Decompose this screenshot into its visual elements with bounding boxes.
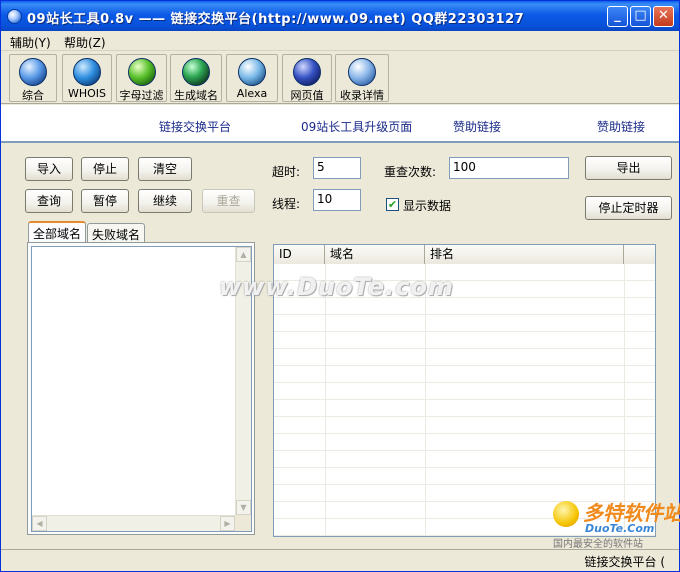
menu-bar: 辅助(Y) 帮助(Z) [1,31,679,51]
scroll-up-icon[interactable]: ▲ [236,247,251,262]
tool-label: 收录详情 [340,89,384,102]
globe-icon [19,58,47,86]
tab-failed-domains[interactable]: 失败域名 [87,223,146,243]
grid-column-divider [624,264,625,536]
logo-tagline: 国内最安全的软件站 [553,539,643,550]
banner-link-upgrade[interactable]: 09站长工具升级页面 [301,118,412,135]
grid-column-divider [425,264,426,536]
export-button[interactable]: 导出 [585,156,672,180]
menu-help[interactable]: 帮助(Z) [64,34,106,51]
globe-icon [73,58,101,86]
continue-button[interactable]: 继续 [138,189,192,213]
tool-label: 网页值 [290,89,324,102]
show-data-label: 显示数据 [403,199,452,213]
generate-icon [182,58,210,86]
alexa-icon [238,58,266,86]
threads-input[interactable]: 10 [313,189,361,211]
tool-page-value[interactable]: 网页值 [282,54,332,102]
banner-link-sponsor-2[interactable]: 赞助链接 [597,118,645,135]
app-window: 09站长工具0.8v —— 链接交换平台(http://www.09.net) … [0,0,680,572]
minimize-button[interactable]: _ [607,6,628,27]
tool-letter-filter[interactable]: 字母过滤 [116,54,167,102]
site-logo: 多特软件站 DuoTe.Com 国内最安全的软件站 [549,497,680,550]
timeout-label: 超时: [272,165,301,179]
column-header-filler [624,245,655,264]
tool-alexa[interactable]: Alexa [226,54,278,102]
show-data-checkbox[interactable]: ✔ [386,198,399,211]
recheck-button[interactable]: 重查 [202,189,255,213]
tool-label: Alexa [236,87,268,100]
column-header-domain[interactable]: 域名 [325,245,425,264]
domain-list-horizontal-scrollbar[interactable]: ◀ ▶ [32,515,235,531]
banner-link-exchange[interactable]: 链接交换平台 [159,118,231,135]
scroll-corner [235,515,251,531]
toolbar: 综合 WHOIS 字母过滤 生成域名 Alexa 网页值 收录详情 [1,52,679,104]
import-button[interactable]: 导入 [25,157,73,181]
scroll-down-icon[interactable]: ▼ [236,500,251,515]
column-header-rank[interactable]: 排名 [425,245,624,264]
tool-general[interactable]: 综合 [9,54,57,102]
tool-label: WHOIS [67,87,107,100]
banner-link-sponsor[interactable]: 赞助链接 [453,118,501,135]
retry-count-label: 重查次数: [384,165,437,179]
close-icon: ✕ [658,8,669,23]
window-title: 09站长工具0.8v —— 链接交换平台(http://www.09.net) … [27,12,525,27]
logo-subtitle: DuoTe.Com [585,522,655,535]
tool-label: 字母过滤 [119,89,164,102]
filter-icon [127,58,156,86]
close-button[interactable]: ✕ [653,6,674,27]
threads-label: 线程: [272,197,301,211]
retry-count-input[interactable]: 100 [449,157,569,179]
grid-rows [274,264,655,536]
pagerank-icon [293,58,321,86]
stop-button[interactable]: 停止 [81,157,129,181]
tab-all-domains[interactable]: 全部域名 [28,221,87,243]
tool-whois[interactable]: WHOIS [62,54,112,102]
menu-assist[interactable]: 辅助(Y) [10,34,51,51]
pause-button[interactable]: 暂停 [81,189,129,213]
index-icon [348,58,376,86]
status-text: 链接交换平台 ( [584,555,666,569]
scroll-left-icon[interactable]: ◀ [32,516,47,531]
watermark: www.DuoTe.com [219,273,454,301]
minimize-icon: _ [614,8,621,23]
link-banner: 链接交换平台 09站长工具升级页面 赞助链接 赞助链接 [1,105,679,143]
smiley-logo-icon [553,501,579,527]
maximize-button[interactable]: □ [630,6,651,27]
clear-button[interactable]: 清空 [138,157,192,181]
title-bar[interactable]: 09站长工具0.8v —— 链接交换平台(http://www.09.net) … [1,1,679,31]
column-header-id[interactable]: ID [274,245,325,264]
scroll-right-icon[interactable]: ▶ [220,516,235,531]
status-bar: 链接交换平台 ( [1,549,679,571]
stop-timer-button[interactable]: 停止定时器 [585,196,672,220]
grid-column-divider [325,264,326,536]
app-icon [7,9,22,24]
tool-label: 综合 [22,89,44,102]
grid-header: ID 域名 排名 [274,245,655,264]
tool-generate-domain[interactable]: 生成域名 [170,54,222,102]
timeout-input[interactable]: 5 [313,157,361,179]
maximize-icon: □ [634,8,647,23]
query-button[interactable]: 查询 [25,189,73,213]
tool-index-details[interactable]: 收录详情 [335,54,389,102]
tool-label: 生成域名 [174,89,218,102]
